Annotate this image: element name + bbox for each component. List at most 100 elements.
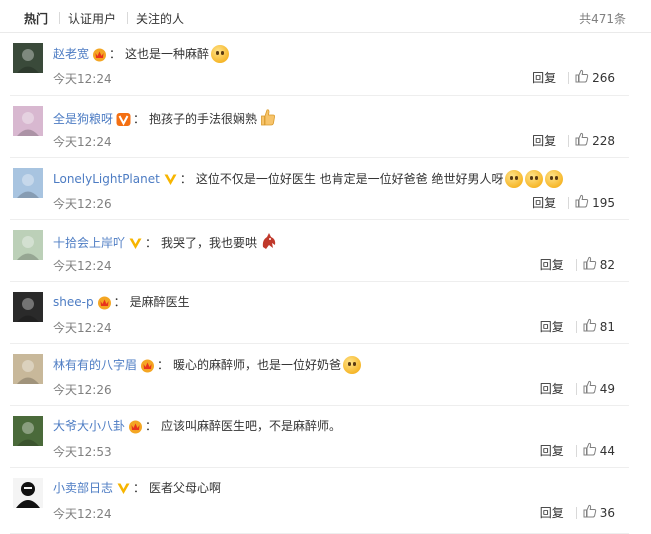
like-button[interactable]: 44: [583, 442, 615, 459]
comment-time: 今天12:53: [53, 445, 112, 459]
comment-text: 医者父母心啊: [149, 481, 222, 495]
comment-actions: 回复 44: [540, 442, 615, 459]
colon-separator: ：: [157, 358, 170, 372]
reply-button[interactable]: 回复: [532, 194, 556, 211]
reply-button[interactable]: 回复: [540, 380, 564, 397]
like-button[interactable]: 266: [575, 69, 615, 86]
like-button[interactable]: 195: [575, 194, 615, 211]
comment-actions: 回复 266: [532, 69, 615, 86]
comment-time: 今天12:24: [53, 259, 112, 273]
comment-text: 是麻醉医生: [129, 295, 190, 309]
thumbs-up-icon: [583, 318, 600, 335]
thumbs-up-icon: [575, 69, 592, 86]
like-button[interactable]: 49: [583, 380, 615, 397]
comment-username[interactable]: 大爷大小八卦: [53, 418, 125, 434]
colon-separator: ：: [133, 112, 146, 126]
colon-separator: ：: [109, 47, 122, 61]
comment-actions: 回复 195: [532, 194, 615, 211]
reply-button[interactable]: 回复: [540, 504, 564, 521]
reply-button[interactable]: 回复: [540, 442, 564, 459]
comment-text: 这也是一种麻醉: [125, 47, 210, 61]
action-divider: [575, 320, 577, 333]
avatar[interactable]: [13, 354, 43, 384]
like-button[interactable]: 228: [575, 132, 615, 149]
v-badge-gold-icon: [116, 481, 131, 496]
like-count: 82: [599, 257, 615, 272]
comment-username[interactable]: LonelyLightPlanet: [53, 171, 160, 187]
dragon-emoji-icon: [260, 232, 278, 254]
comment-actions: 回复 81: [540, 318, 615, 335]
like-count: 81: [599, 319, 615, 334]
crying-emoji-icon: [545, 170, 564, 188]
crying-emoji-icon: [505, 170, 524, 188]
comment-actions: 回复 49: [540, 380, 615, 397]
comment-username[interactable]: 小卖部日志: [53, 480, 113, 496]
avatar[interactable]: [13, 168, 43, 198]
like-button[interactable]: 82: [583, 256, 615, 273]
tab-hot[interactable]: 热门: [24, 10, 48, 27]
crying-emoji-icon: [525, 170, 544, 188]
comment-item: LonelyLightPlanet ：这位不仅是一位好医生 也肯定是一位好爸爸 绝…: [0, 158, 651, 220]
crown-badge-icon: [97, 295, 112, 310]
tab-following[interactable]: 关注的人: [136, 10, 184, 27]
comment-item: 小卖部日志 ：医者父母心啊 今天12:24 回复 36: [0, 468, 651, 534]
action-divider: [575, 258, 577, 271]
comment-username[interactable]: 全是狗粮呀: [53, 111, 113, 127]
v-badge-orange-icon: [116, 112, 131, 127]
comment-actions: 回复 82: [540, 256, 615, 273]
avatar[interactable]: [13, 478, 43, 508]
action-divider: [575, 506, 577, 519]
tab-verified-users[interactable]: 认证用户: [68, 10, 116, 27]
comment-actions: 回复 36: [540, 504, 615, 521]
comment-time: 今天12:26: [53, 197, 112, 211]
colon-separator: ：: [113, 295, 126, 309]
comment-item: 十拾会上岸吖 ：我哭了，我也要哄今天12:24 回复 82: [0, 220, 651, 282]
comment-text: 我哭了，我也要哄: [161, 236, 258, 250]
comment-text: 应该叫麻醉医生吧，不是麻醉师。: [161, 419, 342, 433]
colon-separator: ：: [179, 172, 192, 186]
tab-divider: [127, 12, 128, 24]
comment-username[interactable]: 赵老宽: [53, 46, 89, 62]
comment-time: 今天12:24: [53, 321, 112, 335]
smile-emoji-icon: [211, 45, 230, 63]
reply-button[interactable]: 回复: [532, 69, 556, 86]
comment-actions: 回复 228: [532, 132, 615, 149]
like-count: 195: [592, 195, 615, 210]
avatar[interactable]: [13, 230, 43, 260]
comment-body: LonelyLightPlanet ：这位不仅是一位好医生 也肯定是一位好爸爸 绝…: [53, 170, 564, 188]
avatar[interactable]: [13, 292, 43, 322]
action-divider: [575, 444, 577, 457]
crown-badge-icon: [128, 419, 143, 434]
like-count: 49: [599, 381, 615, 396]
action-divider: [575, 382, 577, 395]
like-count: 36: [599, 505, 615, 520]
reply-button[interactable]: 回复: [540, 256, 564, 273]
thumbs-up-icon: [575, 132, 592, 149]
like-count: 266: [592, 70, 615, 85]
comment-username[interactable]: shee-p: [53, 294, 94, 310]
like-button[interactable]: 81: [583, 318, 615, 335]
comment-username[interactable]: 十拾会上岸吖: [53, 235, 125, 251]
comment-filter-tabs: 热门 认证用户 关注的人 共471条: [0, 0, 651, 33]
comment-time: 今天12:24: [53, 507, 112, 521]
comment-time: 今天12:26: [53, 383, 112, 397]
reply-button[interactable]: 回复: [532, 132, 556, 149]
thumbs-up-icon: [583, 442, 600, 459]
avatar[interactable]: [13, 416, 43, 446]
reply-button[interactable]: 回复: [540, 318, 564, 335]
avatar[interactable]: [13, 43, 43, 73]
comment-item: 全是狗粮呀 ：抱孩子的手法很娴熟 今天12:24 回复 228: [0, 96, 651, 158]
comment-time: 今天12:24: [53, 135, 112, 149]
like-button[interactable]: 36: [583, 504, 615, 521]
thumbs-up-icon: [583, 504, 600, 521]
laughing-emoji-icon: [343, 356, 362, 374]
comment-body: 十拾会上岸吖 ：我哭了，我也要哄: [53, 232, 278, 254]
like-count: 44: [599, 443, 615, 458]
action-divider: [568, 196, 570, 209]
avatar[interactable]: [13, 106, 43, 136]
colon-separator: ：: [145, 419, 158, 433]
comment-item: 赵老宽 ：这也是一种麻醉 今天12:24 回复 266: [0, 33, 651, 96]
comment-username[interactable]: 林有有的八字眉: [53, 357, 137, 373]
comment-body: 小卖部日志 ：医者父母心啊: [53, 480, 221, 496]
comment-body: 赵老宽 ：这也是一种麻醉: [53, 45, 230, 63]
